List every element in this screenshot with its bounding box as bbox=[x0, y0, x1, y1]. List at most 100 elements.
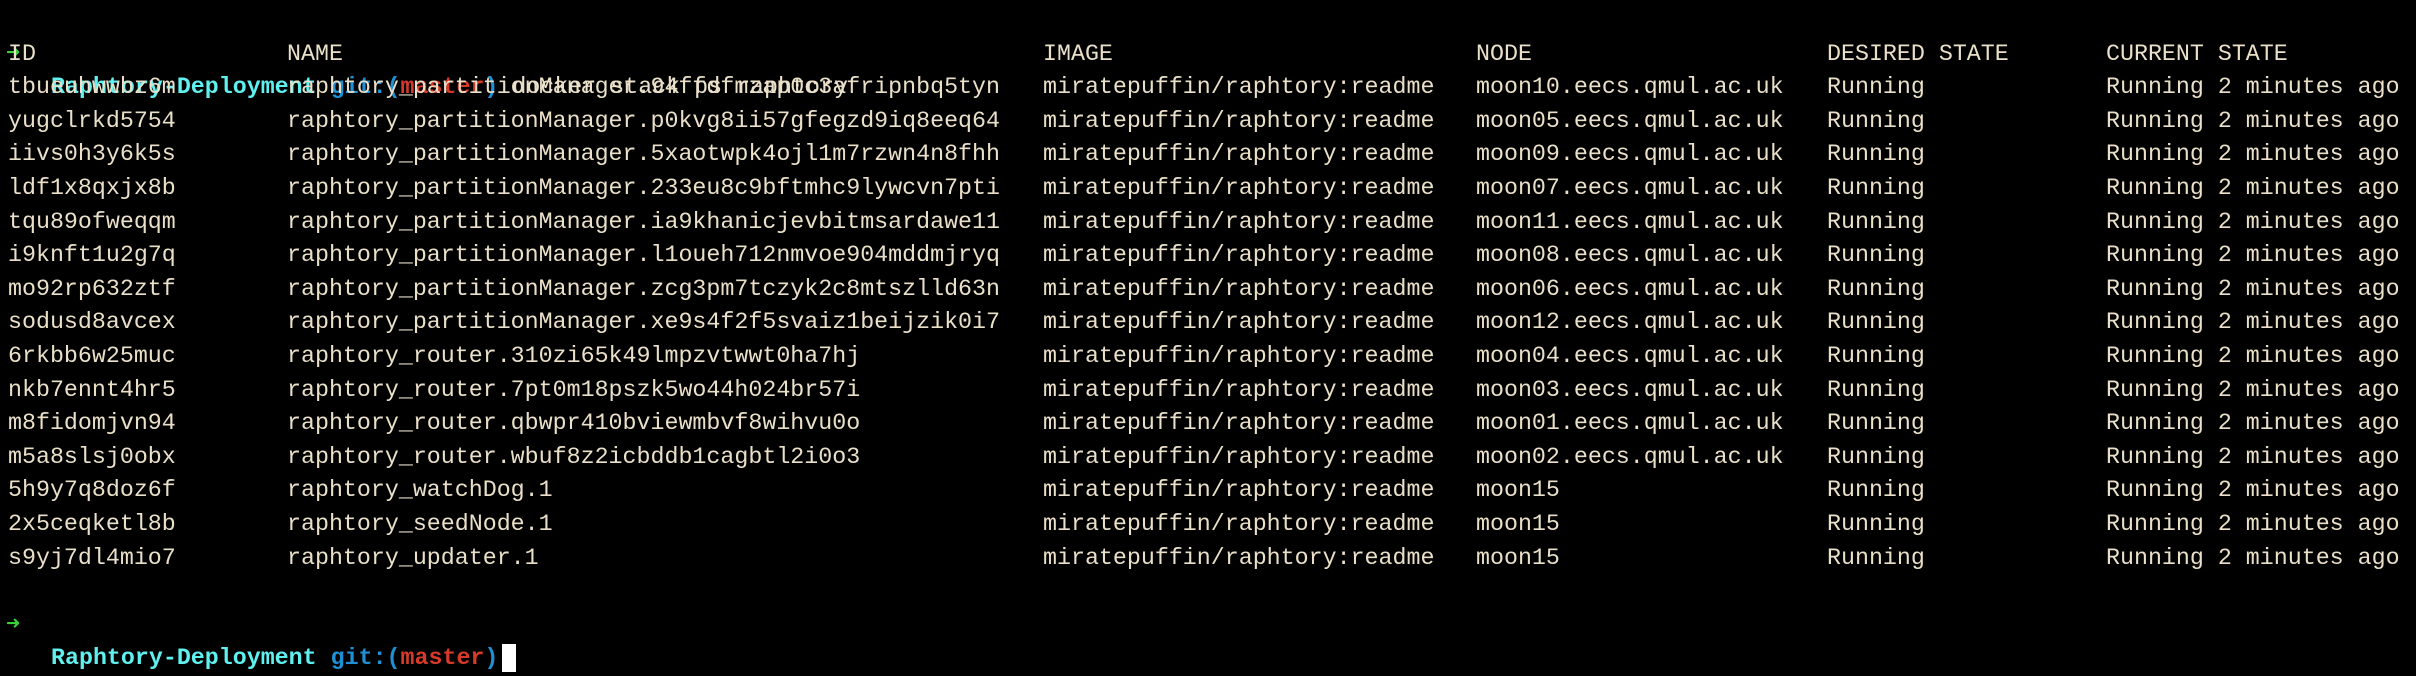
cell-id: 2x5ceqketl8b bbox=[8, 511, 176, 537]
table-row: 5h9y7q8doz6f raphtory_watchDog.1 miratepuf… bbox=[0, 474, 2416, 508]
cell-image: miratepuffin/raphtory:readme bbox=[1043, 544, 1435, 571]
cell-node: moon07.eecs.qmul.ac.uk bbox=[1476, 175, 1784, 201]
cell-image: miratepuffin/raphtory:readme bbox=[1043, 443, 1435, 470]
cell-id: tqu89ofweqqm bbox=[8, 208, 176, 235]
cell-node: moon11.eecs.qmul.ac.uk bbox=[1476, 208, 1784, 235]
right-arrow-icon: ➜ bbox=[6, 611, 21, 638]
cell-name: raphtory_partitionManager.p0kvg8ii57gfeg… bbox=[287, 107, 1001, 134]
cell-id: 6rkbb6w25muc bbox=[8, 343, 176, 369]
cell-desired: Running bbox=[1827, 343, 1925, 369]
header-desired: DESIRED STATE bbox=[1827, 40, 2009, 67]
prompt-directory: Raphtory-Deployment bbox=[51, 645, 317, 672]
cell-id: i9knft1u2g7q bbox=[8, 242, 176, 269]
header-node: NODE bbox=[1476, 40, 1532, 67]
table-row: s9yj7dl4mio7 raphtory_updater.1 miratepuff… bbox=[0, 542, 2416, 576]
header-id: ID bbox=[8, 40, 36, 67]
cell-desired: Running bbox=[1827, 309, 1925, 336]
cell-current: Running 2 minutes ago bbox=[2106, 410, 2400, 437]
cell-id: m8fidomjvn94 bbox=[8, 410, 176, 437]
cell-node: moon10.eecs.qmul.ac.uk bbox=[1476, 74, 1784, 101]
cell-node: moon03.eecs.qmul.ac.uk bbox=[1476, 376, 1784, 403]
command-prompt-line: ➜ Raphtory-Deployment git:(master) docke… bbox=[0, 4, 2416, 101]
cell-image: miratepuffin/raphtory:readme bbox=[1043, 74, 1435, 101]
header-image: IMAGE bbox=[1043, 40, 1113, 67]
cell-current: Running 2 minutes ago bbox=[2106, 208, 2400, 235]
cell-image: miratepuffin/raphtory:readme bbox=[1043, 175, 1435, 201]
cell-image: miratepuffin/raphtory:readme bbox=[1043, 141, 1435, 168]
table-row: nkb7ennt4hr5 raphtory_router.7pt0m18pszk5… bbox=[0, 374, 2416, 408]
cell-desired: Running bbox=[1827, 443, 1925, 470]
cell-current: Running 2 minutes ago bbox=[2106, 511, 2400, 537]
cell-node: moon08.eecs.qmul.ac.uk bbox=[1476, 242, 1784, 269]
cell-name: raphtory_partitionManager.xe9s4f2f5svaiz… bbox=[287, 309, 1001, 336]
cell-name: raphtory_partitionManager.94ffdfmzap0c3a… bbox=[287, 74, 1001, 101]
table-row: ldf1x8qxjx8b raphtory_partitionManager.23… bbox=[0, 172, 2416, 206]
cell-image: miratepuffin/raphtory:readme bbox=[1043, 477, 1435, 504]
cell-id: sodusd8avcex bbox=[8, 309, 176, 336]
cell-current: Running 2 minutes ago bbox=[2106, 107, 2400, 134]
cell-desired: Running bbox=[1827, 141, 1925, 168]
table-row: m5a8slsj0obx raphtory_router.wbuf8z2icbdd… bbox=[0, 441, 2416, 475]
cell-name: raphtory_updater.1 bbox=[287, 544, 539, 571]
cell-image: miratepuffin/raphtory:readme bbox=[1043, 376, 1435, 403]
table-row: yugclrkd5754 raphtory_partitionManager.p0… bbox=[0, 105, 2416, 139]
cell-desired: Running bbox=[1827, 376, 1925, 403]
cell-node: moon02.eecs.qmul.ac.uk bbox=[1476, 443, 1784, 470]
terminal-cursor[interactable] bbox=[502, 644, 517, 673]
table-row: tbueuhwwbz6m raphtory_partitionManager.94… bbox=[0, 71, 2416, 105]
git-suffix: ) bbox=[484, 645, 499, 672]
cell-name: raphtory_router.wbuf8z2icbddb1cagbtl2i0o… bbox=[287, 443, 861, 470]
header-name: NAME bbox=[287, 40, 343, 67]
cell-name: raphtory_partitionManager.ia9khanicjevbi… bbox=[287, 208, 1001, 235]
table-row: 6rkbb6w25muc raphtory_router.310zi65k49lm… bbox=[0, 340, 2416, 374]
cell-id: ldf1x8qxjx8b bbox=[8, 175, 176, 201]
cell-desired: Running bbox=[1827, 208, 1925, 235]
cell-current: Running 2 minutes ago bbox=[2106, 175, 2400, 201]
cell-current: Running 2 minutes ago bbox=[2106, 443, 2400, 470]
cell-current: Running 2 minutes ago bbox=[2106, 544, 2400, 571]
cell-current: Running 2 minutes ago bbox=[2106, 141, 2400, 168]
cell-node: moon15 bbox=[1476, 511, 1560, 537]
cell-current: Running 2 minutes ago bbox=[2106, 275, 2400, 302]
cell-name: raphtory_router.qbwpr410bviewmbvf8wihvu0… bbox=[287, 410, 861, 437]
cell-image: miratepuffin/raphtory:readme bbox=[1043, 242, 1435, 269]
cell-current: Running 2 minutes ago bbox=[2106, 242, 2400, 269]
cell-name: raphtory_partitionManager.5xaotwpk4ojl1m… bbox=[287, 141, 1001, 168]
cell-current: Running 2 minutes ago bbox=[2106, 309, 2400, 336]
table-row: tqu89ofweqqm raphtory_partitionManager.ia… bbox=[0, 206, 2416, 240]
cell-image: miratepuffin/raphtory:readme bbox=[1043, 208, 1435, 235]
table-row: 2x5ceqketl8b raphtory_seedNode.1 miratepuf… bbox=[0, 508, 2416, 542]
git-prefix: git:( bbox=[330, 645, 401, 672]
active-prompt-line[interactable]: ➜ Raphtory-Deployment git:(master) bbox=[0, 575, 2416, 673]
cell-node: moon01.eecs.qmul.ac.uk bbox=[1476, 410, 1784, 437]
cell-desired: Running bbox=[1827, 544, 1925, 571]
cell-name: raphtory_partitionManager.zcg3pm7tczyk2c… bbox=[287, 275, 1001, 302]
table-row: iivs0h3y6k5s raphtory_partitionManager.5x… bbox=[0, 138, 2416, 172]
cell-node: moon06.eecs.qmul.ac.uk bbox=[1476, 275, 1784, 302]
cell-image: miratepuffin/raphtory:readme bbox=[1043, 107, 1435, 134]
table-row: mo92rp632ztf raphtory_partitionManager.zc… bbox=[0, 273, 2416, 307]
cell-desired: Running bbox=[1827, 477, 1925, 504]
cell-desired: Running bbox=[1827, 242, 1925, 269]
cell-desired: Running bbox=[1827, 275, 1925, 302]
cell-image: miratepuffin/raphtory:readme bbox=[1043, 511, 1435, 537]
cell-id: mo92rp632ztf bbox=[8, 275, 176, 302]
cell-name: raphtory_partitionManager.l1oueh712nmvoe… bbox=[287, 242, 1001, 269]
cell-image: miratepuffin/raphtory:readme bbox=[1043, 343, 1435, 369]
git-branch: master bbox=[400, 645, 485, 672]
cell-name: raphtory_partitionManager.233eu8c9bftmhc… bbox=[287, 175, 1001, 201]
table-row: sodusd8avcex raphtory_partitionManager.xe… bbox=[0, 306, 2416, 340]
cell-current: Running 2 minutes ago bbox=[2106, 74, 2400, 101]
cell-node: moon05.eecs.qmul.ac.uk bbox=[1476, 107, 1784, 134]
cell-desired: Running bbox=[1827, 410, 1925, 437]
cell-desired: Running bbox=[1827, 511, 1925, 537]
table-row: m8fidomjvn94 raphtory_router.qbwpr410bvie… bbox=[0, 407, 2416, 441]
cell-id: s9yj7dl4mio7 bbox=[8, 544, 176, 571]
cell-id: tbueuhwwbz6m bbox=[8, 74, 176, 101]
cell-image: miratepuffin/raphtory:readme bbox=[1043, 410, 1435, 437]
cell-current: Running 2 minutes ago bbox=[2106, 477, 2400, 504]
cell-desired: Running bbox=[1827, 107, 1925, 134]
cell-image: miratepuffin/raphtory:readme bbox=[1043, 309, 1435, 336]
cell-node: moon12.eecs.qmul.ac.uk bbox=[1476, 309, 1784, 336]
cell-desired: Running bbox=[1827, 175, 1925, 201]
